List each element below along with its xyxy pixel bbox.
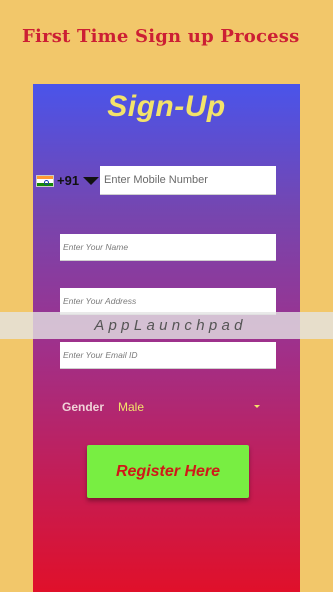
name-input[interactable] <box>60 234 276 261</box>
mobile-number-input[interactable] <box>100 166 276 195</box>
email-input[interactable] <box>60 342 276 369</box>
watermark: AppLaunchpad <box>0 312 333 339</box>
country-code[interactable]: +91 <box>57 173 79 188</box>
address-input[interactable] <box>60 288 276 315</box>
screen-title: Sign-Up <box>107 90 226 123</box>
register-button[interactable]: Register Here <box>87 445 249 498</box>
page-heading: First Time Sign up Process <box>22 26 300 47</box>
gender-select[interactable]: Male <box>118 400 144 414</box>
gender-dropdown-icon[interactable] <box>254 405 260 408</box>
india-flag-icon[interactable] <box>36 175 54 187</box>
country-dropdown-icon[interactable] <box>83 177 99 185</box>
gender-label: Gender <box>62 400 105 414</box>
